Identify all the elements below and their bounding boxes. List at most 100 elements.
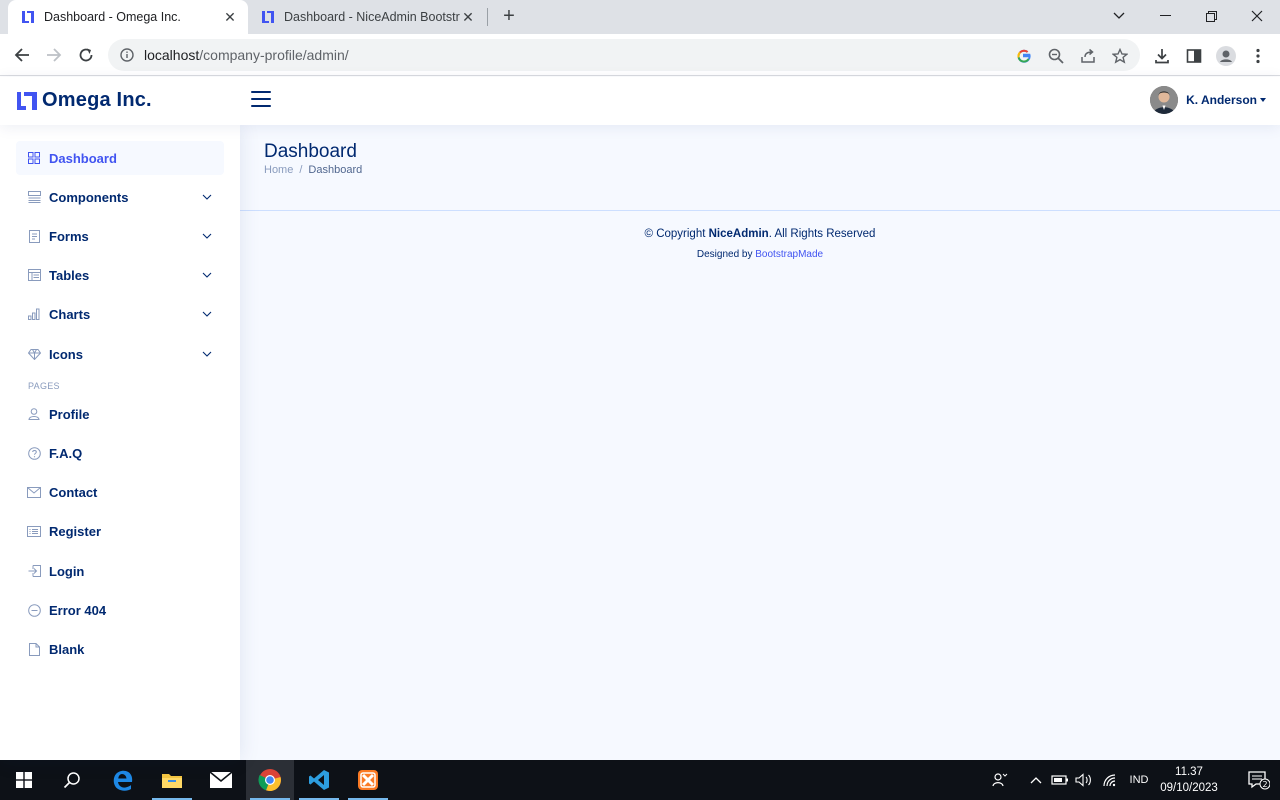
envelope-icon: [27, 485, 41, 499]
chrome-icon[interactable]: [246, 760, 294, 800]
share-icon[interactable]: [1079, 47, 1097, 65]
sidebar-item-label: Components: [49, 189, 129, 205]
footer-credits: Designed by BootstrapMade: [240, 249, 1280, 260]
credits-designer-link[interactable]: BootstrapMade: [755, 249, 823, 260]
footer-divider: [240, 210, 1280, 211]
sidebar-item-faq[interactable]: F.A.Q: [16, 436, 224, 470]
sidebar-item-dashboard[interactable]: Dashboard: [16, 141, 224, 175]
minimize-icon[interactable]: [1142, 0, 1188, 32]
logo[interactable]: Omega Inc.: [16, 89, 152, 112]
footer-copyright: © Copyright NiceAdmin. All Rights Reserv…: [240, 228, 1280, 240]
breadcrumb-separator: /: [299, 164, 303, 176]
tab-search-chevron-icon[interactable]: [1096, 0, 1142, 32]
sidebar-item-components[interactable]: Components: [16, 180, 224, 214]
file-explorer-icon[interactable]: [148, 760, 196, 800]
logo-text: Omega Inc.: [42, 89, 152, 111]
file-icon: [27, 642, 41, 656]
profile-dropdown[interactable]: K. Anderson: [1150, 86, 1266, 114]
mail-icon[interactable]: [197, 760, 245, 800]
copyright-brand: NiceAdmin: [708, 228, 769, 240]
volume-icon[interactable]: [1074, 770, 1094, 790]
box-arrow-in-right-icon: [27, 564, 41, 578]
sidebar-item-label: Dashboard: [49, 150, 117, 166]
side-panel-icon[interactable]: [1184, 46, 1204, 66]
notification-count: 2: [1262, 780, 1267, 789]
bar-chart-icon: [27, 307, 41, 321]
google-icon[interactable]: [1015, 47, 1033, 65]
language-indicator[interactable]: IND: [1124, 770, 1154, 790]
chevron-down-icon: [202, 311, 212, 317]
tab-close-icon[interactable]: ✕: [460, 9, 476, 25]
gem-icon: [27, 347, 41, 361]
sidebar-item-label: F.A.Q: [49, 445, 83, 461]
more-vertical-icon[interactable]: [1248, 46, 1268, 66]
tab-title: Dashboard - NiceAdmin Bootstr: [284, 10, 460, 24]
chevron-up-icon[interactable]: [1028, 770, 1044, 790]
back-arrow-icon[interactable]: [10, 43, 34, 67]
profile-name: K. Anderson: [1186, 93, 1257, 107]
chevron-down-icon: [202, 351, 212, 357]
tab-dashboard-omega[interactable]: Dashboard - Omega Inc. ✕: [8, 0, 248, 34]
close-window-icon[interactable]: [1234, 0, 1280, 32]
windows-start-icon[interactable]: [0, 760, 48, 800]
tab-title: Dashboard - Omega Inc.: [44, 10, 181, 24]
download-icon[interactable]: [1152, 46, 1172, 66]
sidebar-item-label: Profile: [49, 406, 90, 422]
avatar: [1150, 86, 1179, 114]
bookmark-star-icon[interactable]: [1111, 47, 1129, 65]
sidebar-item-blank[interactable]: Blank: [16, 632, 224, 666]
breadcrumb-home-link[interactable]: Home: [264, 164, 293, 176]
tab-close-icon[interactable]: ✕: [222, 9, 238, 25]
url-text: localhost/company-profile/admin/: [144, 47, 349, 63]
main-content: Dashboard Home / Dashboard © Copyright N…: [240, 125, 1280, 760]
sidebar-item-icons[interactable]: Icons: [16, 337, 224, 371]
sidebar-item-forms[interactable]: Forms: [16, 219, 224, 253]
credits-prefix: Designed by: [696, 249, 753, 260]
sidebar-item-contact[interactable]: Contact: [16, 475, 224, 509]
profile-account-icon[interactable]: [1216, 46, 1236, 66]
sidebar-item-tables[interactable]: Tables: [16, 258, 224, 292]
browser-toolbar: localhost/company-profile/admin/: [0, 34, 1280, 76]
notification-center-icon[interactable]: 2: [1248, 770, 1271, 790]
journal-text-icon: [27, 229, 41, 243]
people-icon[interactable]: [990, 770, 1010, 790]
xampp-icon[interactable]: [344, 760, 392, 800]
url-host: localhost: [144, 47, 200, 63]
chevron-down-icon: [202, 233, 212, 239]
sidebar-item-label: Tables: [49, 267, 90, 283]
logo-icon: [17, 91, 37, 110]
breadcrumb: Home / Dashboard: [264, 164, 362, 176]
restore-icon[interactable]: [1188, 0, 1234, 32]
sidebar-item-error-404[interactable]: Error 404: [16, 593, 224, 627]
question-circle-icon: [27, 446, 41, 460]
sidebar-item-charts[interactable]: Charts: [16, 297, 224, 331]
toggle-sidebar-button[interactable]: [251, 91, 271, 109]
sidebar-item-login[interactable]: Login: [16, 554, 224, 588]
battery-icon[interactable]: [1050, 770, 1070, 790]
app-header: Omega Inc. K. Anderson: [0, 77, 1280, 125]
sidebar-item-label: Icons: [49, 346, 83, 362]
vscode-icon[interactable]: [295, 760, 343, 800]
sidebar-item-label: Register: [49, 523, 102, 539]
edge-browser-icon[interactable]: [99, 760, 147, 800]
clock-date: 09/10/2023: [1160, 782, 1218, 794]
address-bar[interactable]: localhost/company-profile/admin/: [108, 39, 1140, 71]
search-icon[interactable]: [48, 760, 96, 800]
zoom-icon[interactable]: [1047, 47, 1065, 65]
sidebar-item-profile[interactable]: Profile: [16, 397, 224, 431]
forward-arrow-icon[interactable]: [42, 43, 66, 67]
chevron-down-icon: [202, 272, 212, 278]
caret-down-icon: [1260, 98, 1266, 102]
reload-icon[interactable]: [74, 43, 98, 67]
tab-dashboard-niceadmin[interactable]: Dashboard - NiceAdmin Bootstr ✕: [250, 0, 486, 34]
sidebar-item-label: Blank: [49, 641, 85, 657]
tab-separator: [487, 8, 488, 26]
site-info-icon[interactable]: [120, 48, 134, 62]
sidebar-item-register[interactable]: Register: [16, 514, 224, 548]
clock[interactable]: 11.37 09/10/2023: [1154, 764, 1224, 796]
sidebar-item-label: Charts: [49, 306, 91, 322]
new-tab-button[interactable]: +: [498, 6, 520, 28]
wifi-icon[interactable]: [1100, 770, 1120, 790]
browser-tab-strip: Dashboard - Omega Inc. ✕ Dashboard - Nic…: [0, 0, 1280, 34]
sidebar-item-label: Error 404: [49, 602, 107, 618]
